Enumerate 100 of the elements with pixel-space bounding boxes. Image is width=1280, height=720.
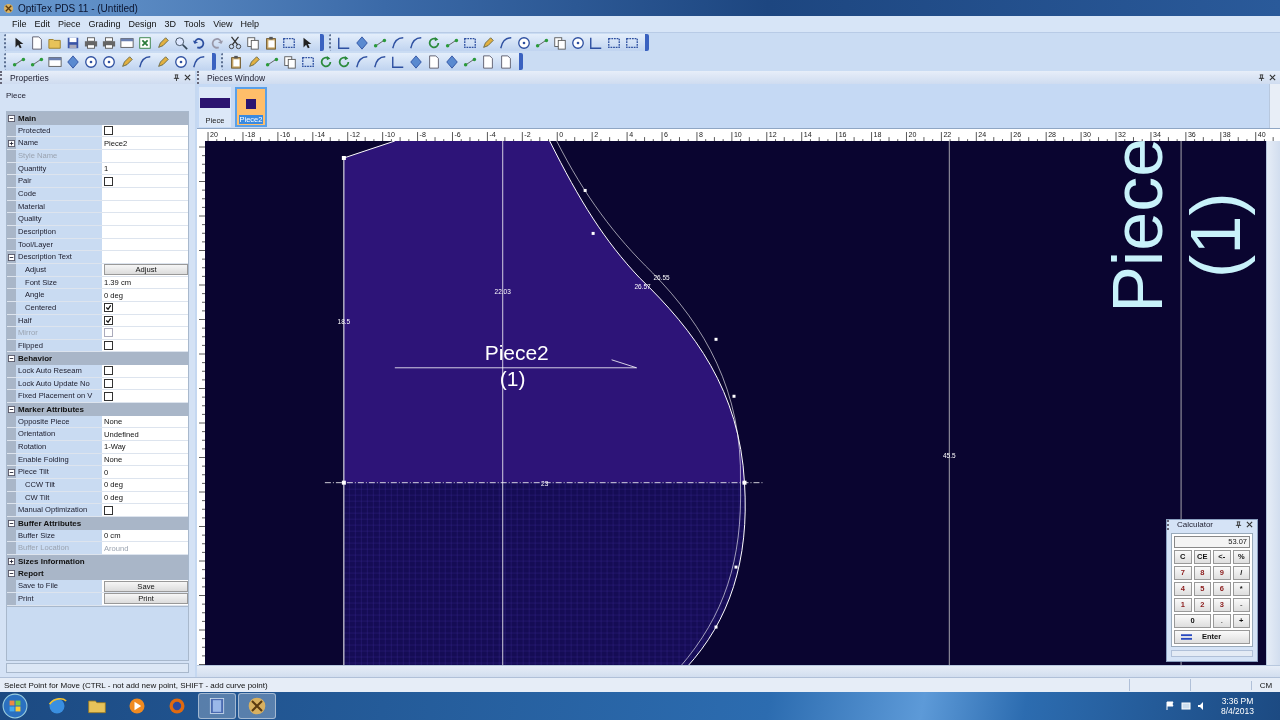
rectangle-icon[interactable] [463,35,477,50]
pin-icon[interactable] [1258,74,1265,81]
diamond-icon[interactable] [355,35,369,50]
rotate-icon[interactable] [337,54,351,69]
menu-item[interactable]: Tools [180,17,210,31]
checkbox[interactable] [104,303,113,313]
checkbox[interactable] [104,391,113,401]
curve-icon[interactable] [391,35,405,50]
pen-icon[interactable] [481,35,495,50]
ruler-label: 18 [873,131,882,140]
start-button[interactable] [2,693,28,719]
angle-icon[interactable] [391,54,405,69]
scrollbar[interactable] [1266,141,1280,665]
circle-icon[interactable] [517,35,531,50]
checkbox[interactable] [104,315,113,325]
rectangle-icon[interactable] [301,54,315,69]
status-message: Select Point for Move (CTRL - not add new point, SHIFT - add curve point) [3,680,269,690]
curve-icon[interactable] [138,54,152,69]
expander-icon[interactable] [8,557,15,565]
circle-icon[interactable] [84,54,98,69]
checkbox[interactable] [104,341,113,351]
save-icon[interactable] [66,35,80,50]
page-icon[interactable] [427,54,441,69]
circle-icon[interactable] [174,54,188,69]
pen-icon[interactable] [156,54,170,69]
rectangle-icon[interactable] [607,35,621,50]
angle-icon[interactable] [337,35,351,50]
scrollbar[interactable] [197,665,1280,677]
printer-icon[interactable] [102,35,116,50]
diamond-icon[interactable] [409,54,423,69]
flag-icon[interactable] [1164,701,1175,711]
menu-item[interactable]: Piece [54,17,85,31]
diamond-icon[interactable] [66,54,80,69]
section-header[interactable]: Main [7,112,188,125]
rectangle-icon[interactable] [625,35,639,50]
scissors-icon[interactable] [228,35,242,50]
rotate-icon[interactable] [427,35,441,50]
menu-item[interactable]: Design [124,17,161,31]
menu-item[interactable]: Help [236,17,263,31]
pen-icon[interactable] [156,35,170,50]
scrollbar[interactable] [6,663,189,673]
checkbox[interactable] [104,126,113,135]
menu-item[interactable]: Edit [30,17,55,31]
rectangle-icon[interactable] [282,35,296,50]
taskbar-button[interactable] [198,693,236,719]
window-icon[interactable] [120,35,134,50]
close-icon[interactable] [1269,74,1276,81]
pin-icon[interactable] [1235,521,1242,529]
copy-icon[interactable] [246,35,260,50]
checkbox[interactable] [104,379,113,389]
pin-icon[interactable] [173,74,180,81]
close-icon[interactable] [184,74,191,81]
clipboard-icon[interactable] [229,54,243,69]
curve-icon[interactable] [499,35,513,50]
curve-icon[interactable] [373,54,387,69]
pen-icon[interactable] [120,54,134,69]
expander-icon[interactable] [8,570,15,578]
scrollbar[interactable] [1269,84,1280,128]
menu-item[interactable]: 3D [160,17,181,31]
checkbox[interactable] [104,505,113,515]
clipboard-icon[interactable] [264,35,278,50]
curve-icon[interactable] [409,35,423,50]
page-icon[interactable] [30,35,44,50]
checkbox[interactable] [104,176,113,186]
ruler-label: 32 [1118,131,1126,140]
page-icon[interactable] [499,54,513,69]
copy-icon[interactable] [553,35,567,50]
page-icon[interactable] [481,54,495,69]
angle-icon[interactable] [589,35,603,50]
curve-icon[interactable] [355,54,369,69]
printer-icon[interactable] [84,35,98,50]
expander-icon[interactable] [8,519,15,527]
curve-icon[interactable] [192,54,206,69]
taskbar-button[interactable] [238,693,276,719]
section-header[interactable]: Marker Attributes [7,403,188,416]
copy-icon[interactable] [283,54,297,69]
expander-icon[interactable] [8,405,15,413]
expander-icon[interactable] [8,114,15,122]
checkbox[interactable] [104,366,113,376]
expander-icon[interactable] [8,468,15,476]
expander-icon[interactable] [8,139,15,147]
menu-item[interactable]: File [8,17,31,31]
close-icon[interactable] [1246,521,1253,529]
menu-item[interactable]: View [209,17,237,31]
menu-item[interactable]: Grading [84,17,125,31]
expander-icon[interactable] [8,355,15,363]
network-icon[interactable] [1180,701,1191,711]
rotate-icon[interactable] [319,54,333,69]
section-header[interactable]: Behavior [7,352,188,366]
undo-icon[interactable] [192,35,206,50]
spreadsheet-icon[interactable] [138,35,152,50]
circle-icon[interactable] [571,35,585,50]
scrollbar[interactable] [1171,649,1253,657]
expander-icon[interactable] [8,253,15,261]
section-header[interactable]: Buffer Attributes [7,517,188,530]
window-icon[interactable] [48,54,62,69]
circle-icon[interactable] [102,54,116,69]
zoom-icon[interactable] [174,35,188,50]
pen-icon[interactable] [247,54,261,69]
diamond-icon[interactable] [445,54,459,69]
